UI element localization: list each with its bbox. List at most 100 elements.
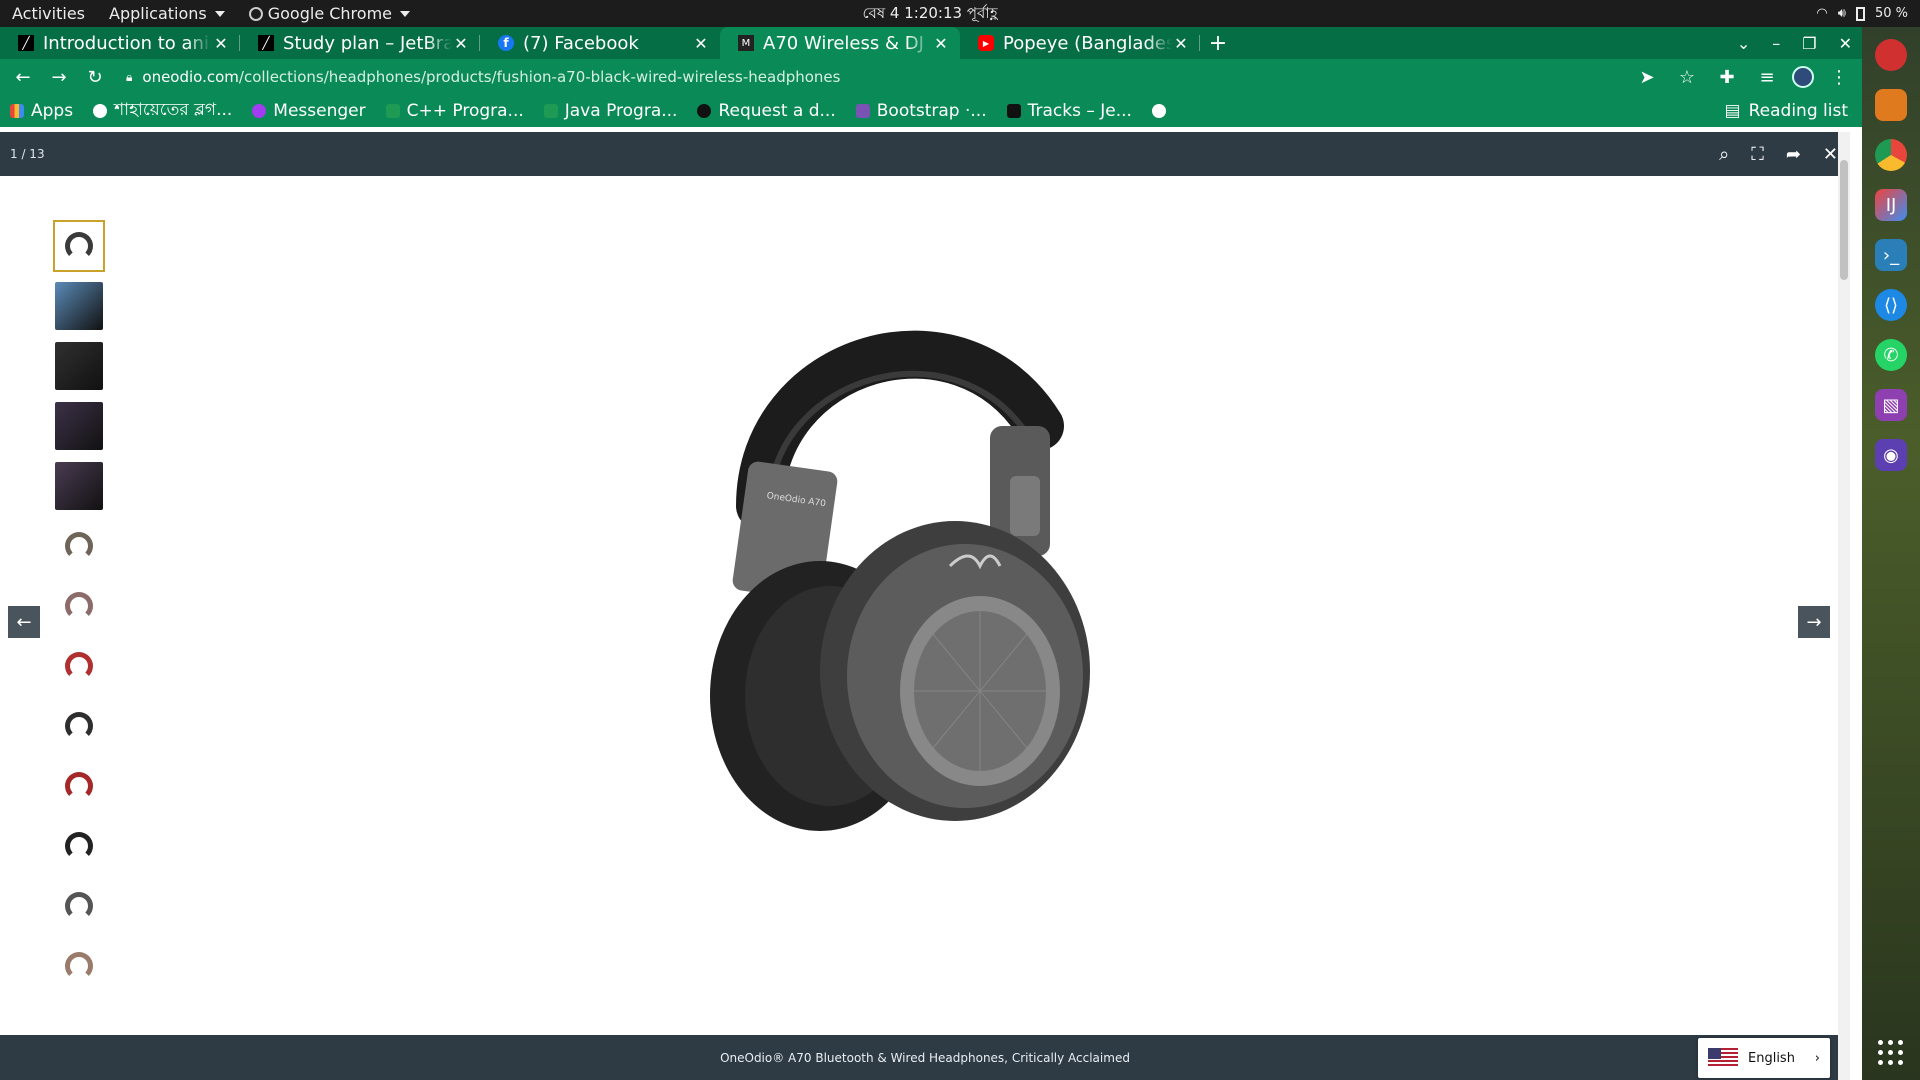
- bookmark-messenger[interactable]: Messenger: [252, 101, 366, 121]
- chrome-icon[interactable]: [1875, 139, 1907, 171]
- thumbnail-2[interactable]: [53, 280, 105, 332]
- thumbnail-3[interactable]: [53, 340, 105, 392]
- activities-button[interactable]: Activities: [0, 0, 97, 27]
- tab-strip: ╱ Introduction to anim ✕ ╱ Study plan – …: [0, 27, 1862, 59]
- forward-button[interactable]: →: [44, 62, 74, 92]
- applications-menu[interactable]: Applications: [97, 0, 237, 27]
- fullscreen-icon[interactable]: ⛶: [1751, 144, 1764, 165]
- thumbnail-8[interactable]: [53, 640, 105, 692]
- chevron-down-icon: [400, 10, 410, 17]
- tab-search-icon[interactable]: ⌄: [1737, 34, 1750, 53]
- extensions-icon[interactable]: ✚: [1712, 62, 1742, 92]
- image-viewer-icon[interactable]: ▧: [1875, 389, 1907, 421]
- applications-label: Applications: [109, 4, 207, 23]
- reload-button[interactable]: ↻: [80, 62, 110, 92]
- system-tray[interactable]: ◠ 🔊︎ 50 %: [1816, 0, 1908, 27]
- close-icon[interactable]: ✕: [452, 34, 470, 53]
- tab-a70-headphones[interactable]: M A70 Wireless & DJ H ✕: [720, 27, 960, 59]
- media-control-icon[interactable]: ≡: [1752, 62, 1782, 92]
- headphone-icon: [65, 232, 93, 260]
- send-to-device-icon[interactable]: ➤: [1632, 62, 1662, 92]
- headphone-icon: [65, 532, 93, 560]
- bookmark-request[interactable]: Request a d...: [697, 101, 836, 121]
- headphone-icon: [65, 652, 93, 680]
- back-button[interactable]: ←: [8, 62, 38, 92]
- app-menu-label: Google Chrome: [267, 4, 392, 23]
- previous-image-button[interactable]: ←: [8, 606, 40, 638]
- tab-title: Introduction to anim: [43, 32, 212, 54]
- close-icon[interactable]: ✕: [1823, 144, 1838, 165]
- thumbnail-7[interactable]: [53, 580, 105, 632]
- github-icon: [697, 104, 712, 118]
- intellij-icon[interactable]: IJ: [1875, 189, 1907, 221]
- close-icon[interactable]: ✕: [1172, 34, 1190, 53]
- profile-avatar[interactable]: [1792, 66, 1814, 88]
- language-selector[interactable]: English ›: [1698, 1038, 1830, 1078]
- share-icon[interactable]: ➦: [1786, 144, 1801, 165]
- whatsapp-icon[interactable]: ✆: [1875, 339, 1907, 371]
- bookmark-blog[interactable]: শাহায়েতের ব্লগ...: [93, 97, 232, 125]
- app-menu-chrome[interactable]: Google Chrome: [237, 0, 422, 27]
- tab-introduction[interactable]: ╱ Introduction to anim ✕: [0, 27, 240, 59]
- us-flag-icon: [1708, 1048, 1738, 1068]
- minimize-icon[interactable]: –: [1772, 34, 1780, 53]
- ubuntu-software-icon[interactable]: [1875, 39, 1907, 71]
- bookmark-globe[interactable]: [1151, 104, 1166, 118]
- terminal-icon[interactable]: ›_: [1875, 239, 1907, 271]
- bookmark-star-icon[interactable]: ☆: [1672, 62, 1702, 92]
- new-tab-button[interactable]: +: [1200, 27, 1236, 59]
- tab-title: A70 Wireless & DJ H: [763, 32, 932, 54]
- bookmark-apps[interactable]: Apps: [10, 101, 73, 121]
- apps-grid-icon: [10, 104, 24, 118]
- thumbnail-12[interactable]: [53, 880, 105, 932]
- bookmark-tracks[interactable]: Tracks – Je...: [1006, 101, 1132, 121]
- headphone-icon: [65, 892, 93, 920]
- scrollbar-thumb[interactable]: [1840, 160, 1848, 280]
- address-bar[interactable]: 🔒︎ oneodio.com/collections/headphones/pr…: [116, 62, 1626, 92]
- close-icon[interactable]: ✕: [212, 34, 230, 53]
- reading-list-button[interactable]: ▤ Reading list: [1725, 95, 1848, 127]
- bookmark-bootstrap[interactable]: Bootstrap ·...: [855, 101, 987, 121]
- headphone-icon: [65, 832, 93, 860]
- battery-percent: 50 %: [1874, 6, 1908, 21]
- page-scrollbar[interactable]: [1838, 132, 1850, 1080]
- thumbnail-5[interactable]: [53, 460, 105, 512]
- thumbnail-4[interactable]: [53, 400, 105, 452]
- navigation-toolbar: ← → ↻ 🔒︎ oneodio.com/collections/headpho…: [0, 59, 1862, 95]
- thumbnail-10[interactable]: [53, 760, 105, 812]
- thumbnail-13[interactable]: [53, 940, 105, 992]
- tab-title: (7) Facebook: [523, 32, 639, 54]
- menu-kebab-icon[interactable]: ⋮: [1824, 62, 1854, 92]
- bookmark-java[interactable]: Java Progra...: [543, 101, 677, 121]
- product-image-headphones: OneOdio A70: [710, 330, 1090, 831]
- thumbnail-6[interactable]: [53, 520, 105, 572]
- close-icon[interactable]: ✕: [932, 34, 950, 53]
- thumbnail-1[interactable]: [53, 220, 105, 272]
- hackerrank-icon: [385, 104, 400, 118]
- thumbnail-11[interactable]: [53, 820, 105, 872]
- files-folder-icon[interactable]: [1875, 89, 1907, 121]
- show-applications-icon[interactable]: [1878, 1040, 1904, 1066]
- tab-title: Study plan – JetBrains: [283, 32, 452, 54]
- next-image-button[interactable]: →: [1798, 606, 1830, 638]
- vscode-icon[interactable]: ⟨⟩: [1875, 289, 1907, 321]
- thumbnail-strip: [53, 220, 105, 992]
- close-window-icon[interactable]: ✕: [1839, 34, 1852, 53]
- zoom-icon[interactable]: ⌕: [1719, 144, 1729, 165]
- tab-facebook[interactable]: f (7) Facebook ✕: [480, 27, 720, 59]
- thumbnail-photo: [55, 402, 103, 450]
- tab-study-plan[interactable]: ╱ Study plan – JetBrains ✕: [240, 27, 480, 59]
- bookmark-cpp[interactable]: C++ Progra...: [385, 101, 524, 121]
- restore-icon[interactable]: ❐: [1802, 34, 1816, 53]
- tab-popeye[interactable]: ▶ Popeye (Bangladesh) ✕: [960, 27, 1200, 59]
- thumbnail-9[interactable]: [53, 700, 105, 752]
- language-label: English: [1748, 1050, 1795, 1066]
- headphone-icon: [65, 592, 93, 620]
- thumbnail-photo: [55, 282, 103, 330]
- chrome-icon: [248, 6, 263, 21]
- url-path: /collections/headphones/products/fushion…: [238, 68, 841, 86]
- bookmark-label: Messenger: [273, 101, 366, 121]
- screenshot-icon[interactable]: ◉: [1875, 439, 1907, 471]
- close-icon[interactable]: ✕: [692, 34, 710, 53]
- jetbrains-icon: [1006, 104, 1021, 118]
